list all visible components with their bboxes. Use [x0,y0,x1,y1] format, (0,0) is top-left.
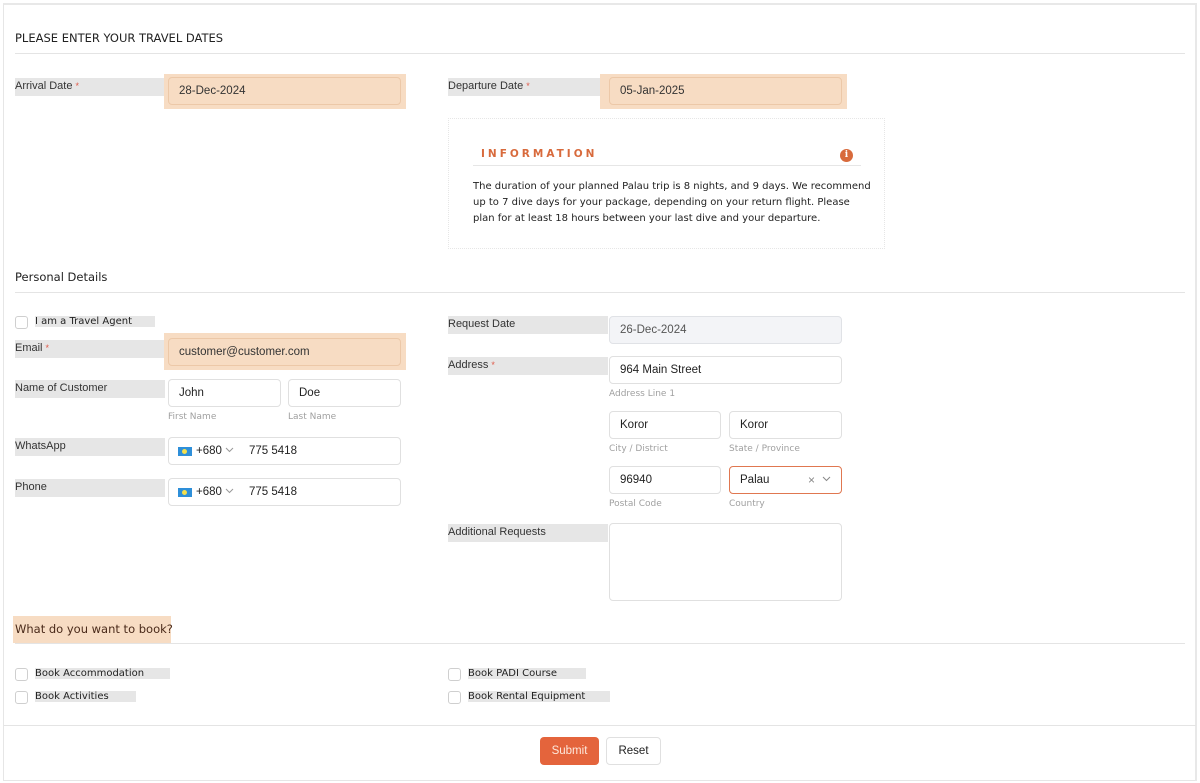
additional-requests-label: Additional Requests [448,524,608,542]
phone-label: Phone [15,479,165,497]
first-name-input[interactable]: John [168,379,281,407]
address-label-text: Address [448,359,489,371]
phone-number: 775 5418 [249,486,297,498]
travel-agent-checkbox[interactable] [15,316,28,329]
arrival-date-input[interactable]: 28-Dec-2024 [168,77,401,105]
section-divider [15,53,1185,54]
departure-date-label: Departure Date * [448,78,600,96]
email-label-text: Email [15,342,43,354]
country-sublabel: Country [729,499,765,509]
email-label: Email * [15,340,165,358]
last-name-sublabel: Last Name [288,412,337,422]
state-input[interactable]: Koror [729,411,842,439]
section-divider [15,643,1185,644]
scrollbar-track [1195,3,1197,781]
footer-divider [4,725,1196,726]
chevron-down-icon[interactable] [225,479,234,505]
book-rental-equipment-label: Book Rental Equipment [468,691,610,702]
required-marker: * [526,81,530,91]
information-text: The duration of your planned Palau trip … [473,181,871,224]
clear-icon[interactable]: × [808,467,815,493]
first-name-sublabel: First Name [168,412,217,422]
information-box: INFORMATION i The duration of your plann… [448,118,885,249]
address-line1-sublabel: Address Line 1 [609,389,676,399]
travel-agent-label: I am a Travel Agent [35,316,155,327]
postal-code-input[interactable]: 96940 [609,466,721,494]
required-marker: * [45,343,50,353]
phone-input[interactable]: +680 775 5418 [168,478,401,506]
customer-name-label: Name of Customer [15,380,165,398]
city-input[interactable]: Koror [609,411,721,439]
address-line1-input[interactable]: 964 Main Street [609,356,842,384]
palau-flag-icon [178,488,192,497]
palau-flag-icon [178,447,192,456]
information-divider [473,165,861,166]
book-rental-equipment-checkbox[interactable] [448,691,461,704]
phone-country-code[interactable]: +680 [196,479,222,505]
state-sublabel: State / Province [729,444,800,454]
email-input[interactable]: customer@customer.com [168,338,401,366]
info-icon: i [840,149,853,162]
required-marker: * [75,81,79,91]
book-activities-checkbox[interactable] [15,691,28,704]
additional-requests-textarea[interactable] [609,523,842,601]
request-date-label: Request Date [448,316,608,334]
book-accommodation-checkbox[interactable] [15,668,28,681]
section-title-booking: What do you want to book? [15,622,173,636]
country-select[interactable]: Palau × [729,466,842,494]
arrival-date-label: Arrival Date * [15,78,165,96]
submit-button[interactable]: Submit [540,737,599,765]
departure-date-label-text: Departure Date [448,80,524,92]
required-marker: * [491,360,495,370]
reset-button[interactable]: Reset [606,737,661,765]
book-padi-course-label: Book PADI Course [468,668,586,679]
last-name-input[interactable]: Doe [288,379,401,407]
book-accommodation-label: Book Accommodation [35,668,170,679]
whatsapp-label: WhatsApp [15,438,165,456]
request-date-input: 26-Dec-2024 [609,316,842,344]
whatsapp-country-code[interactable]: +680 [196,438,222,464]
whatsapp-number: 775 5418 [249,445,297,457]
chevron-down-icon[interactable] [822,467,831,493]
section-divider [15,292,1185,293]
city-sublabel: City / District [609,444,668,454]
address-label: Address * [448,357,608,375]
whatsapp-input[interactable]: +680 775 5418 [168,437,401,465]
book-padi-course-checkbox[interactable] [448,668,461,681]
section-title-travel-dates: PLEASE ENTER YOUR TRAVEL DATES [15,31,224,45]
book-activities-label: Book Activities [35,691,136,702]
arrival-date-label-text: Arrival Date [15,80,73,92]
section-title-personal-details: Personal Details [15,270,108,284]
postal-code-sublabel: Postal Code [609,499,662,509]
departure-date-input[interactable]: 05-Jan-2025 [609,77,842,105]
country-select-value: Palau [740,474,770,486]
chevron-down-icon[interactable] [225,438,234,464]
information-title: INFORMATION [481,148,598,160]
